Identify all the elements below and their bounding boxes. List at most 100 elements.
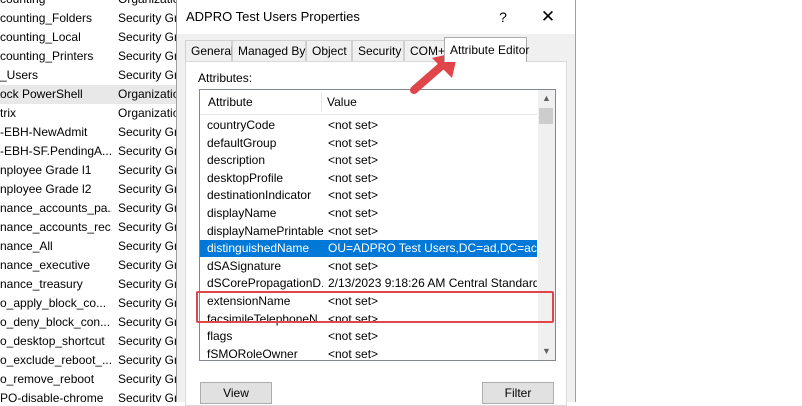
attribute-row[interactable]: distinguishedName OU=ADPRO Test Users,DC=… bbox=[200, 240, 537, 258]
dialog-title: ADPRO Test Users Properties bbox=[186, 9, 360, 24]
object-type: Security Gr bbox=[118, 334, 179, 348]
column-header-value[interactable]: Value bbox=[327, 95, 357, 109]
attribute-name: dSASignature bbox=[207, 258, 282, 273]
background-list-row[interactable]: counting Organizatio bbox=[0, 0, 184, 9]
title-bar: ADPRO Test Users Properties ? ✕ bbox=[177, 0, 575, 34]
object-type: Security Gr bbox=[118, 391, 179, 402]
attribute-row[interactable]: fSMORoleOwner <not set> bbox=[200, 346, 537, 361]
object-name: o_remove_reboot bbox=[0, 372, 95, 386]
tab-security[interactable]: Security bbox=[352, 40, 404, 61]
background-list-row[interactable]: counting_Printers Security Gr bbox=[0, 47, 184, 66]
background-list-row[interactable]: _Users Security Gr bbox=[0, 66, 184, 85]
attribute-editor-panel: Attributes: Attribute Value countryCode <… bbox=[185, 61, 567, 406]
object-type: Security Gr bbox=[118, 201, 179, 215]
object-name: nance_executive bbox=[0, 258, 91, 272]
object-name: o_exclude_reboot_... bbox=[0, 353, 112, 367]
attribute-name: desktopProfile bbox=[207, 170, 284, 185]
object-name: nployee Grade l2 bbox=[0, 182, 92, 196]
tab-general[interactable]: General bbox=[185, 40, 234, 61]
background-list-row[interactable]: nployee Grade l1 Security Gr bbox=[0, 161, 184, 180]
background-list-row[interactable]: nance_executive Security Gr bbox=[0, 256, 184, 275]
attribute-name: defaultGroup bbox=[207, 135, 277, 150]
attribute-name: destinationIndicator bbox=[207, 188, 312, 203]
object-name: nance_All bbox=[0, 239, 53, 253]
object-name: PO-disable-chrome bbox=[0, 391, 104, 402]
object-type: Security Gr bbox=[118, 296, 179, 310]
column-header-attribute[interactable]: Attribute bbox=[208, 95, 253, 109]
attribute-value: <not set> bbox=[328, 188, 379, 203]
attribute-row[interactable]: destinationIndicator <not set> bbox=[200, 187, 537, 204]
background-list-row[interactable]: nance_treasury Security Gr bbox=[0, 275, 184, 294]
attribute-name: distinguishedName bbox=[207, 241, 310, 256]
object-name: -EBH-SF.PendingA... bbox=[0, 144, 112, 158]
background-list-row[interactable]: PO-disable-chrome Security Gr bbox=[0, 389, 184, 402]
attribute-row[interactable]: defaultGroup <not set> bbox=[200, 135, 537, 152]
attribute-name: countryCode bbox=[207, 118, 276, 132]
background-list-row[interactable]: nance_All Security Gr bbox=[0, 237, 184, 256]
attribute-value: <not set> bbox=[328, 206, 379, 220]
close-button[interactable]: ✕ bbox=[535, 6, 561, 28]
background-list-row[interactable]: ock PowerShell Organizatio bbox=[0, 85, 184, 104]
object-name: counting_Printers bbox=[0, 49, 94, 63]
annotation-highlight-box bbox=[196, 291, 554, 323]
attribute-row[interactable]: countryCode <not set> bbox=[200, 117, 537, 134]
object-type: Security Gr bbox=[118, 353, 179, 367]
attribute-value: 2/13/2023 9:18:26 AM Central Standard Ti… bbox=[328, 276, 537, 291]
object-type: Organizatio bbox=[118, 0, 184, 9]
background-list-row[interactable]: trix Organizatio bbox=[0, 104, 184, 123]
attribute-name: flags bbox=[207, 329, 233, 344]
tab-attribute-editor[interactable]: Attribute Editor bbox=[444, 37, 529, 62]
attribute-value: <not set> bbox=[328, 223, 379, 238]
background-list-row[interactable]: counting_Local Security Gr bbox=[0, 28, 184, 47]
background-list-row[interactable]: o_exclude_reboot_... Security Gr bbox=[0, 351, 184, 370]
background-list-row[interactable]: -EBH-SF.PendingA... Security Gr bbox=[0, 142, 184, 161]
attribute-value: OU=ADPRO Test Users,DC=ad,DC=activedi bbox=[328, 241, 537, 256]
attribute-value: <not set> bbox=[328, 118, 379, 132]
tab-managed-by[interactable]: Managed By bbox=[232, 40, 306, 61]
object-type: Security Gr bbox=[118, 30, 179, 44]
attribute-value: <not set> bbox=[328, 153, 379, 168]
attribute-row[interactable]: displayNamePrintable <not set> bbox=[200, 223, 537, 240]
tab-object[interactable]: Object bbox=[306, 40, 352, 61]
object-type: Security Gr bbox=[118, 277, 179, 291]
background-list-row[interactable]: o_desktop_shortcut Security Gr bbox=[0, 332, 184, 351]
background-list-row[interactable]: counting_Folders Security Gr bbox=[0, 9, 184, 28]
attribute-value: <not set> bbox=[328, 135, 379, 150]
background-list-row[interactable]: nance_accounts_rec... Security Gr bbox=[0, 218, 184, 237]
object-name: counting_Folders bbox=[0, 11, 93, 25]
scroll-thumb[interactable] bbox=[539, 108, 553, 124]
chevron-down-icon[interactable]: ▼ bbox=[538, 343, 555, 360]
object-type: Security Gr bbox=[118, 182, 179, 196]
attribute-row[interactable]: displayName <not set> bbox=[200, 205, 537, 222]
filter-button[interactable]: Filter bbox=[482, 382, 554, 404]
background-list-row[interactable]: o_remove_reboot Security Gr bbox=[0, 370, 184, 389]
list-header: Attribute Value bbox=[200, 90, 537, 115]
attribute-row[interactable]: desktopProfile <not set> bbox=[200, 170, 537, 187]
background-list-row[interactable]: o_apply_block_co... Security Gr bbox=[0, 294, 184, 313]
attribute-value: <not set> bbox=[328, 170, 379, 185]
chevron-up-icon[interactable]: ▲ bbox=[538, 90, 555, 107]
background-list-row[interactable]: o_deny_block_con... Security Gr bbox=[0, 313, 184, 332]
attribute-row[interactable]: dSASignature <not set> bbox=[200, 258, 537, 275]
background-object-list: counting Organizatio counting_Folders Secur… bbox=[0, 0, 184, 402]
object-name: counting bbox=[0, 0, 112, 9]
object-type: Security Gr bbox=[118, 68, 179, 82]
object-type: Security Gr bbox=[118, 239, 179, 253]
background-list-row[interactable]: nance_accounts_pa... Security Gr bbox=[0, 199, 184, 218]
attribute-value: <not set> bbox=[328, 346, 379, 361]
attribute-row[interactable]: dSCorePropagationD... 2/13/2023 9:18:26 A… bbox=[200, 275, 537, 292]
object-name: o_deny_block_con... bbox=[0, 315, 111, 329]
object-name: nployee Grade l1 bbox=[0, 163, 92, 177]
object-name: nance_treasury bbox=[0, 277, 83, 291]
attribute-row[interactable]: description <not set> bbox=[200, 152, 537, 169]
attribute-row[interactable]: flags <not set> bbox=[200, 328, 537, 345]
help-button[interactable]: ? bbox=[491, 6, 515, 28]
background-list-row[interactable]: -EBH-NewAdmit Security Gr bbox=[0, 123, 184, 142]
background-list-row[interactable]: nployee Grade l2 Security Gr bbox=[0, 180, 184, 199]
view-button[interactable]: View bbox=[200, 382, 272, 404]
object-name: trix bbox=[0, 106, 16, 120]
attribute-name: displayName bbox=[207, 206, 277, 220]
column-separator[interactable] bbox=[321, 92, 322, 112]
object-type: Security Gr bbox=[118, 11, 179, 25]
attribute-name: fSMORoleOwner bbox=[207, 346, 298, 361]
